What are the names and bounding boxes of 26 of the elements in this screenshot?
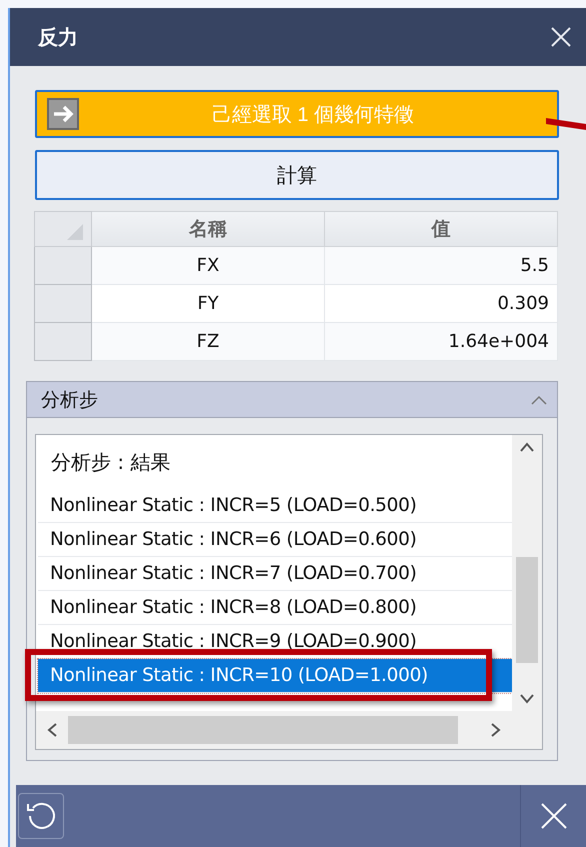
- close-icon: [540, 802, 568, 830]
- table-cell: 1.64e+004: [325, 323, 558, 361]
- column-header: 名稱: [92, 211, 325, 247]
- compute-button[interactable]: 計算: [35, 150, 559, 200]
- section-header[interactable]: 分析步: [27, 382, 557, 418]
- list-item[interactable]: Nonlinear Static : INCR=10 (LOAD=1.000): [38, 659, 512, 693]
- table-cell: 5.5: [325, 247, 558, 285]
- collapse-icon: [531, 394, 547, 404]
- scroll-right-icon[interactable]: [490, 722, 502, 738]
- window-title: 反力: [38, 24, 78, 50]
- column-header: 值: [325, 211, 558, 247]
- scrollbar-thumb[interactable]: [516, 557, 538, 663]
- table-cell: FZ: [92, 323, 325, 361]
- arrow-right-icon: [47, 98, 79, 130]
- close-icon[interactable]: [550, 26, 572, 48]
- list-header: 分析步 : 結果: [50, 448, 172, 476]
- table-cell: 0.309: [325, 285, 558, 323]
- table-cell: FX: [92, 247, 325, 285]
- table-cell: FY: [92, 285, 325, 323]
- scroll-left-icon[interactable]: [46, 722, 58, 738]
- scroll-down-icon[interactable]: [519, 693, 535, 705]
- reset-button[interactable]: [18, 793, 64, 839]
- scrollbar-thumb[interactable]: [68, 716, 458, 744]
- scroll-up-icon[interactable]: [519, 441, 535, 453]
- pointer-arrow: [546, 118, 586, 130]
- corner-triangle-icon: [67, 224, 83, 240]
